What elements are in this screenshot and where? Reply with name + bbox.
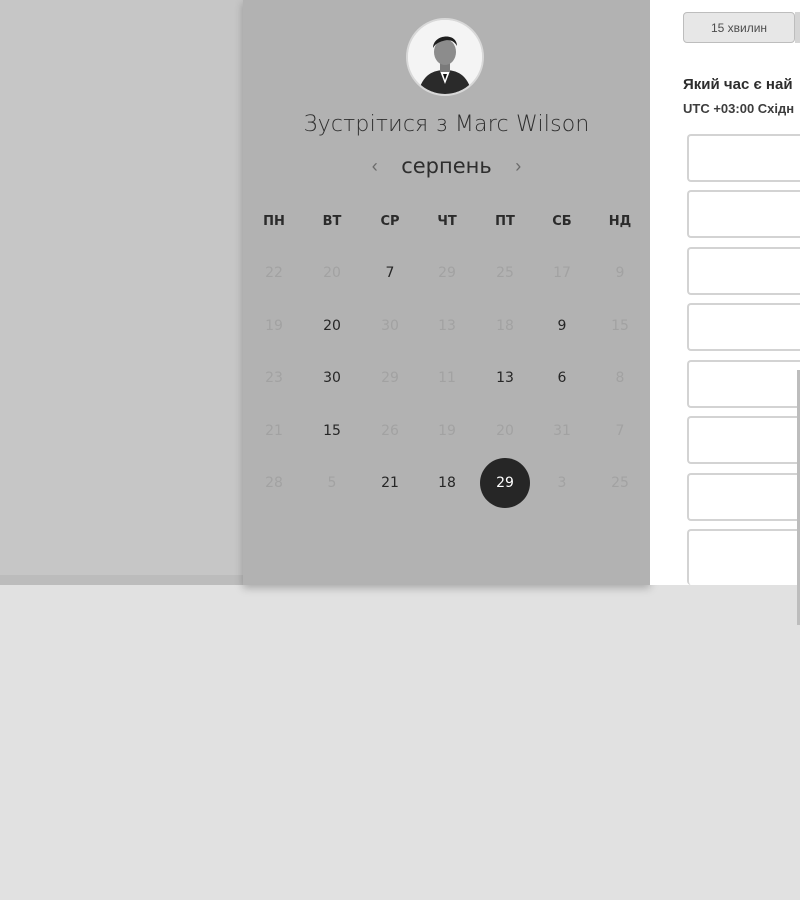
avatar	[406, 18, 484, 96]
duration-button-edge	[795, 12, 800, 43]
weekday-header: ПН ВТ СР ЧТ ПТ СБ НД	[243, 214, 650, 234]
calendar-day: 21	[265, 422, 283, 439]
calendar-day[interactable]: 20	[307, 301, 357, 351]
calendar-day: 8	[615, 370, 625, 386]
calendar-day: 20	[496, 422, 514, 439]
calendar-day: 5	[327, 475, 337, 491]
calendar-day[interactable]: 21	[365, 458, 415, 508]
calendar-day: 3	[557, 475, 567, 491]
month-navigation: ‹ серпень ›	[243, 154, 650, 184]
calendar-day: 31	[553, 422, 571, 439]
time-slot-button[interactable]	[687, 529, 800, 585]
time-slot-button[interactable]	[687, 473, 800, 521]
calendar-day: 15	[611, 317, 629, 334]
time-selection-panel: 15 хвилин Який час є най UTC +03:00 Схід…	[650, 0, 800, 585]
weekday-label: ЧТ	[437, 214, 457, 229]
timezone-label[interactable]: UTC +03:00 Східн	[683, 101, 794, 116]
calendar-day[interactable]: 13	[480, 353, 530, 403]
weekday-label: ВТ	[322, 214, 342, 229]
calendar-day[interactable]: 6	[537, 353, 587, 403]
time-slot-button[interactable]	[687, 416, 800, 464]
calendar-day: 19	[438, 422, 456, 439]
time-slot-button[interactable]	[687, 360, 800, 408]
calendar-day: 30	[381, 317, 399, 334]
calendar-day[interactable]: 9	[537, 301, 587, 351]
calendar-day: 19	[265, 317, 283, 334]
calendar-day: 20	[323, 265, 341, 281]
calendar-day: 29	[381, 370, 399, 386]
left-divider	[0, 575, 245, 585]
weekday-label: ПН	[263, 214, 285, 229]
calendar-day: 25	[496, 265, 514, 281]
time-slot-button[interactable]	[687, 190, 800, 238]
page-title: Зустрітися з Marc Wilson	[303, 112, 590, 137]
calendar-day: 28	[265, 475, 283, 491]
calendar-day[interactable]: 18	[422, 458, 472, 508]
calendar-panel: Зустрітися з Marc Wilson ‹ серпень › ПН …	[243, 0, 650, 585]
calendar-grid: 22 20 7 29 25 17 9 19 20 30 13 18 9 15 23 30 29 11 13 6 8 21 1…	[243, 248, 650, 518]
calendar-day: 29	[438, 265, 456, 281]
calendar-day: 23	[265, 370, 283, 386]
calendar-day: 11	[438, 370, 456, 386]
chevron-left-icon[interactable]: ‹	[367, 156, 383, 176]
calendar-day: 18	[496, 317, 514, 334]
duration-button[interactable]: 15 хвилин	[683, 12, 795, 43]
calendar-day: 9	[615, 265, 625, 281]
weekday-label: ПТ	[495, 214, 515, 229]
calendar-day: 22	[265, 265, 283, 281]
selected-day[interactable]: 29	[480, 458, 530, 508]
time-slot-button[interactable]	[687, 303, 800, 351]
calendar-day[interactable]: 7	[365, 248, 415, 298]
calendar-day[interactable]: 15	[307, 406, 357, 456]
calendar-day: 13	[438, 317, 456, 334]
calendar-day[interactable]: 30	[307, 353, 357, 403]
time-slot-button[interactable]	[687, 134, 800, 182]
calendar-day: 7	[615, 422, 625, 439]
month-label: серпень	[401, 154, 492, 178]
weekday-label: НД	[608, 214, 632, 229]
time-question-heading: Який час є най	[683, 76, 793, 93]
calendar-day: 17	[553, 265, 571, 281]
weekday-label: СБ	[552, 214, 572, 229]
weekday-label: СР	[380, 214, 400, 229]
calendar-day: 26	[381, 422, 399, 439]
time-slot-button[interactable]	[687, 247, 800, 295]
chevron-right-icon[interactable]: ›	[510, 156, 526, 176]
calendar-day: 25	[611, 475, 629, 491]
